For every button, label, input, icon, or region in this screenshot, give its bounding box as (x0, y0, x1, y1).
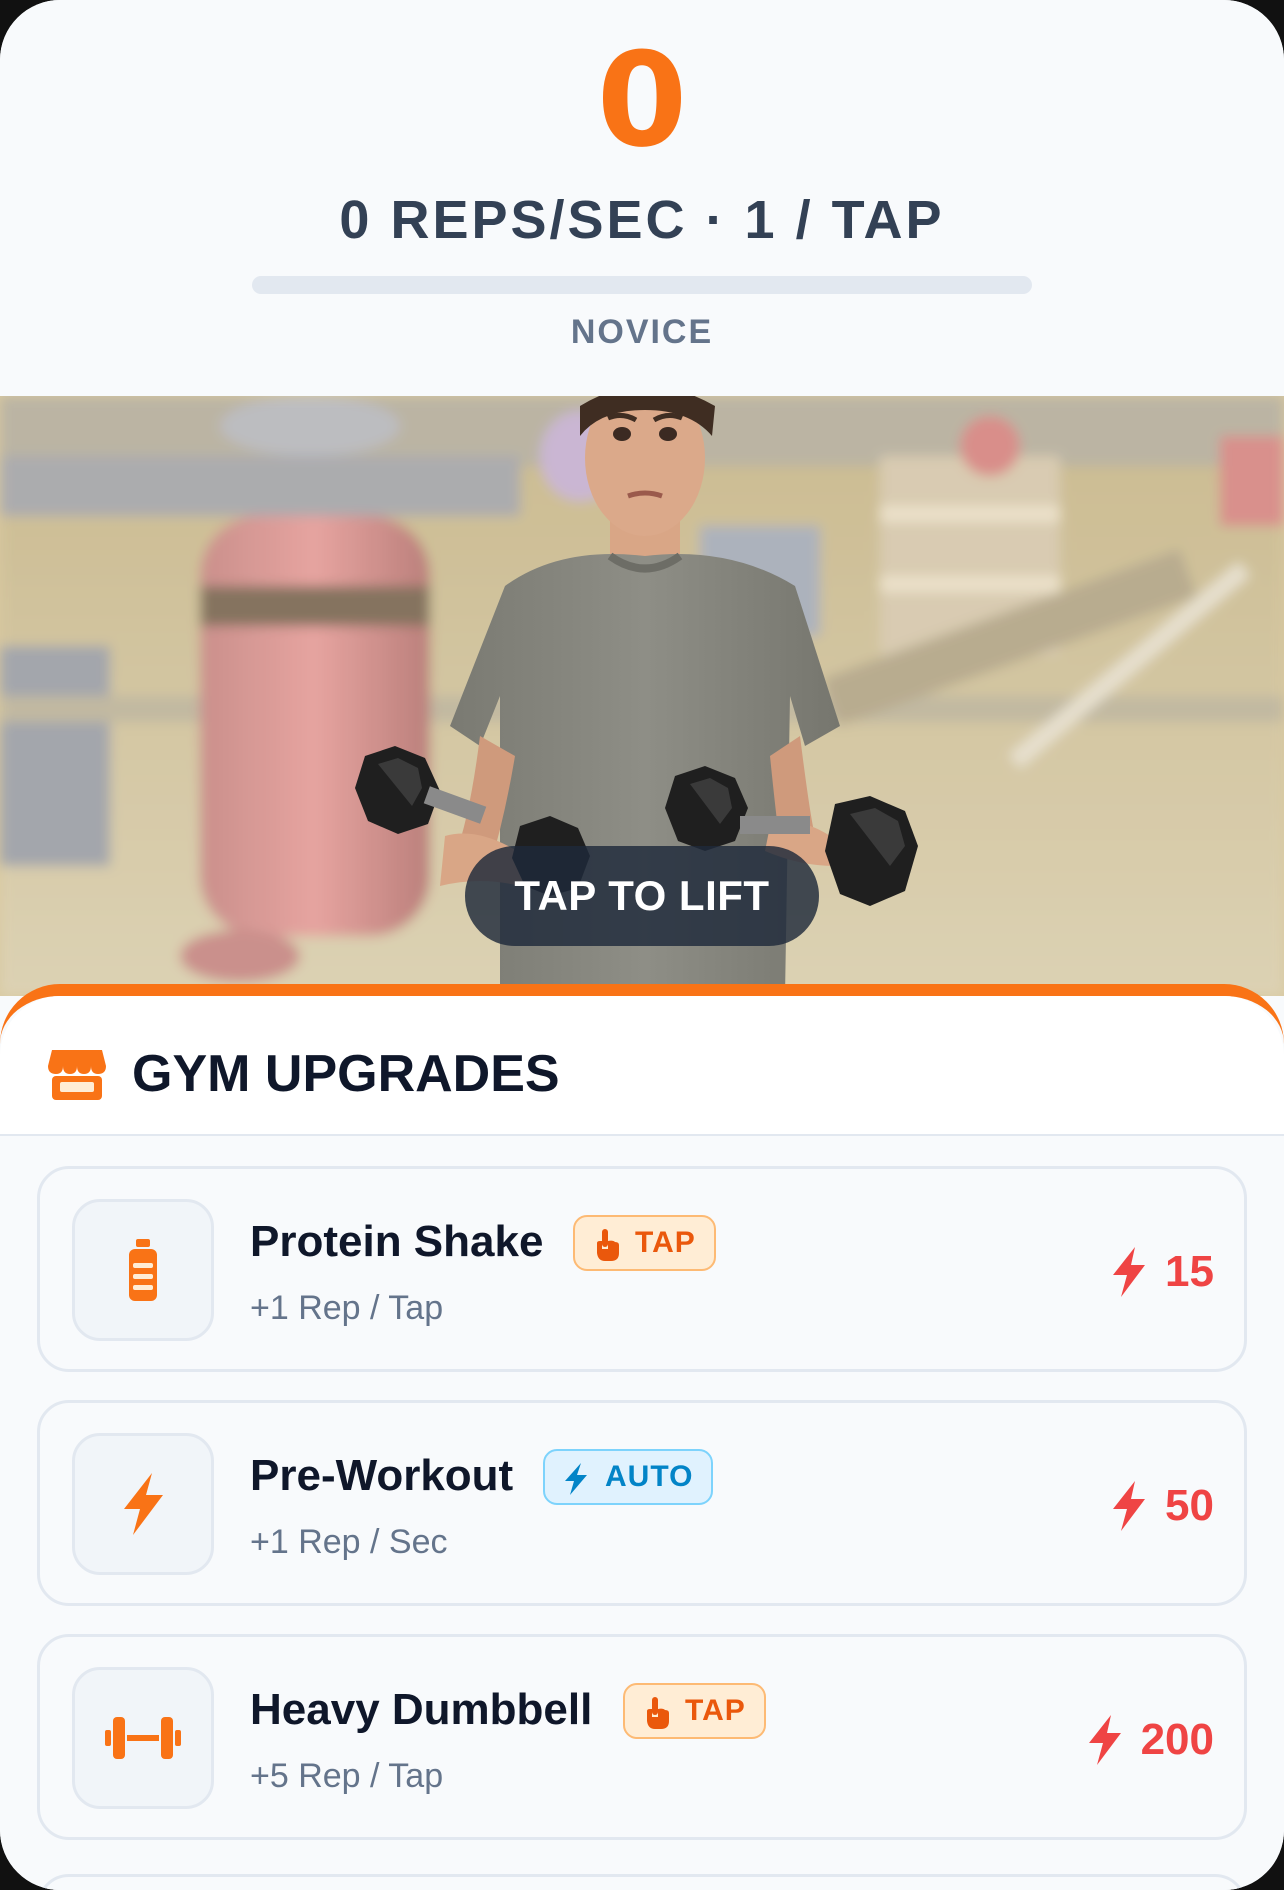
bolt-icon (124, 1473, 163, 1535)
rate-readout: 0 REPS/SEC · 1 / TAP (339, 190, 945, 250)
upgrade-card-next[interactable] (37, 1874, 1247, 1890)
bolt-icon (565, 1463, 587, 1495)
upgrade-icon-box (72, 1667, 214, 1809)
badge-label: TAP (685, 1694, 746, 1727)
upgrades-title: GYM UPGRADES (132, 1045, 560, 1103)
stats-header: 0 0 REPS/SEC · 1 / TAP NOVICE (0, 0, 1284, 396)
rank-progress-bar (252, 276, 1032, 294)
badge-label: TAP (635, 1226, 696, 1259)
upgrade-name: Pre-Workout (250, 1451, 514, 1500)
cost-value: 50 (1165, 1481, 1214, 1530)
tap-to-lift-button[interactable]: TAP TO LIFT (465, 846, 819, 946)
upgrade-name: Protein Shake (250, 1217, 544, 1266)
tap-badge: TAP (573, 1215, 716, 1271)
upgrade-description: +1 Rep / Tap (250, 1289, 444, 1327)
upgrade-icon-box (72, 1199, 214, 1341)
upgrade-description: +1 Rep / Sec (250, 1523, 448, 1561)
upgrade-description: +5 Rep / Tap (250, 1757, 444, 1795)
bolt-icon (1088, 1715, 1121, 1765)
bolt-icon (1113, 1247, 1146, 1297)
upgrade-name: Heavy Dumbbell (250, 1685, 593, 1734)
upgrade-card-protein-shake[interactable]: Protein Shake TAP +1 Rep / Tap 15 (37, 1166, 1247, 1372)
upgrade-cost: 200 (1085, 1713, 1214, 1767)
rank-label: NOVICE (570, 313, 714, 351)
upgrade-icon-box (72, 1433, 214, 1575)
bottle-icon (129, 1239, 157, 1301)
dumbbell-icon (105, 1717, 181, 1759)
bolt-icon (1113, 1481, 1146, 1531)
rep-counter: 0 (596, 24, 688, 176)
pointer-hand-icon (597, 1229, 619, 1261)
lift-tap-area[interactable]: TAP TO LIFT (0, 396, 1284, 996)
cost-value: 15 (1165, 1247, 1214, 1296)
game-screen: 0 0 REPS/SEC · 1 / TAP NOVICE TAP TO LIF… (0, 0, 1284, 1890)
tap-badge: TAP (623, 1683, 766, 1739)
upgrade-cost: 50 (1109, 1479, 1214, 1533)
upgrades-header: GYM UPGRADES (0, 996, 1284, 1136)
pointer-hand-icon (647, 1697, 669, 1729)
upgrade-card-heavy-dumbbell[interactable]: Heavy Dumbbell TAP +5 Rep / Tap 200 (37, 1634, 1247, 1840)
upgrade-cost: 15 (1109, 1245, 1214, 1299)
upgrade-card-pre-workout[interactable]: Pre-Workout AUTO +1 Rep / Sec 50 (37, 1400, 1247, 1606)
store-icon (48, 1050, 106, 1100)
auto-badge: AUTO (543, 1449, 714, 1505)
upgrades-panel: GYM UPGRADES Protein Shake TAP +1 Rep / … (0, 984, 1284, 1890)
cost-value: 200 (1140, 1715, 1214, 1764)
badge-label: AUTO (605, 1460, 694, 1493)
